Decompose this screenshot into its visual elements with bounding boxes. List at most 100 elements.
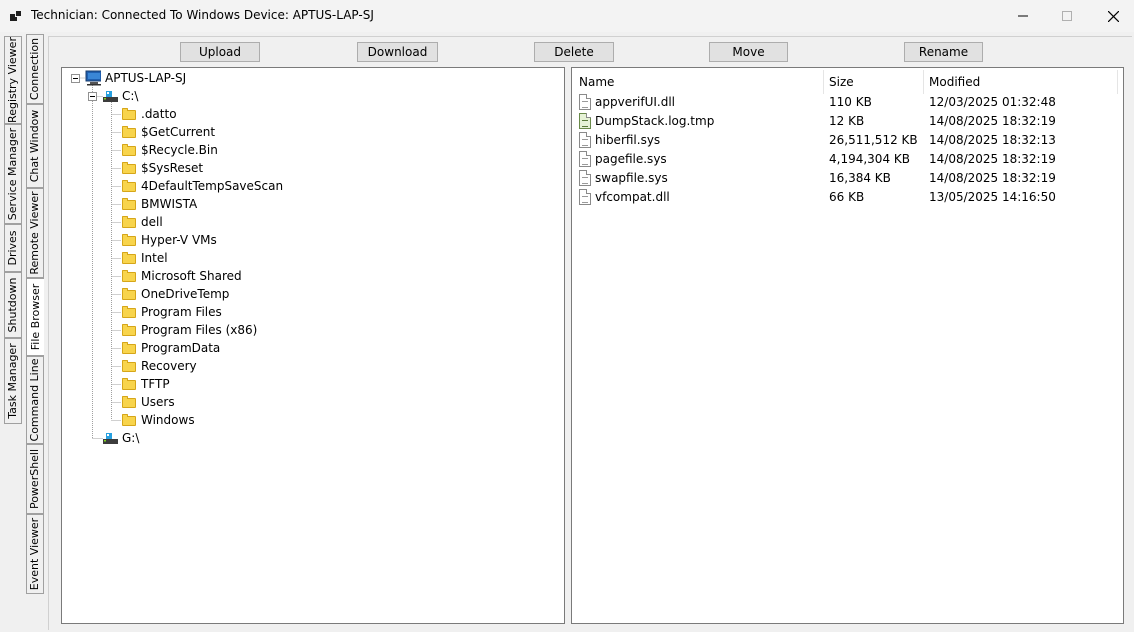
rename-button[interactable]: Rename bbox=[904, 42, 983, 62]
file-modified-cell: 13/05/2025 14:16:50 bbox=[929, 190, 1056, 204]
folder-tree[interactable]: APTUS-LAP-SJ C:\ .datto $GetCurrent $Recyc… bbox=[61, 67, 565, 624]
tree-node-folder[interactable]: Recovery bbox=[121, 357, 197, 375]
tree-node-label: Program Files bbox=[141, 305, 222, 319]
folder-icon bbox=[121, 304, 137, 320]
tree-node-folder[interactable]: $Recycle.Bin bbox=[121, 141, 218, 159]
tree-node-folder[interactable]: 4DefaultTempSaveScan bbox=[121, 177, 283, 195]
tree-node-folder[interactable]: OneDriveTemp bbox=[121, 285, 229, 303]
tab-label: Service Manager bbox=[6, 127, 19, 221]
folder-icon bbox=[121, 232, 137, 248]
file-row[interactable]: appverifUI.dll 110 KB 12/03/2025 01:32:48 bbox=[572, 93, 1123, 112]
tree-node-label: Microsoft Shared bbox=[141, 269, 242, 283]
move-button[interactable]: Move bbox=[709, 42, 788, 62]
title-bar[interactable]: Technician: Connected To Windows Device:… bbox=[0, 0, 1134, 32]
dll-file-icon bbox=[579, 189, 591, 205]
tree-node-root[interactable]: APTUS-LAP-SJ bbox=[85, 69, 186, 87]
folder-icon bbox=[121, 142, 137, 158]
tab-label: Drives bbox=[6, 230, 19, 266]
folder-icon bbox=[121, 394, 137, 410]
tree-node-folder[interactable]: Users bbox=[121, 393, 175, 411]
sys-file-icon bbox=[579, 151, 591, 167]
tree-node-folder[interactable]: Program Files bbox=[121, 303, 222, 321]
delete-button[interactable]: Delete bbox=[534, 42, 614, 62]
tree-node-label: $Recycle.Bin bbox=[141, 143, 218, 157]
tab-label: Task Manager bbox=[6, 343, 19, 419]
tree-node-folder[interactable]: $SysReset bbox=[121, 159, 203, 177]
side-tab-strip: Registry Viewer Service Manager Drives S… bbox=[0, 32, 48, 632]
tree-node-drive-g[interactable]: G:\ bbox=[102, 429, 139, 447]
file-row[interactable]: hiberfil.sys 26,511,512 KB 14/08/2025 18:3… bbox=[572, 131, 1123, 150]
tab-label: Command Line bbox=[28, 358, 41, 442]
close-button[interactable] bbox=[1090, 0, 1134, 32]
folder-icon bbox=[121, 358, 137, 374]
folder-icon bbox=[121, 160, 137, 176]
computer-icon bbox=[85, 70, 101, 86]
tab-label: PowerShell bbox=[28, 448, 41, 510]
tab-registry-viewer[interactable]: Registry Viewer bbox=[4, 36, 22, 124]
sys-file-icon bbox=[579, 170, 591, 186]
tree-node-label: Intel bbox=[141, 251, 168, 265]
tree-node-folder[interactable]: Intel bbox=[121, 249, 168, 267]
tree-node-folder[interactable]: TFTP bbox=[121, 375, 170, 393]
tree-node-label: BMWISTA bbox=[141, 197, 198, 211]
folder-icon bbox=[121, 286, 137, 302]
tree-node-folder[interactable]: ProgramData bbox=[121, 339, 220, 357]
column-header-size[interactable]: Size bbox=[829, 70, 854, 94]
file-list[interactable]: Name Size Modified appverifUI.dll 110 KB 1… bbox=[571, 67, 1124, 624]
column-divider[interactable] bbox=[823, 70, 824, 94]
file-row[interactable]: swapfile.sys 16,384 KB 14/08/2025 18:32:19 bbox=[572, 169, 1123, 188]
file-row[interactable]: vfcompat.dll 66 KB 13/05/2025 14:16:50 bbox=[572, 188, 1123, 207]
tree-node-folder[interactable]: Microsoft Shared bbox=[121, 267, 242, 285]
tab-label: Remote Viewer bbox=[28, 191, 41, 275]
tab-service-manager[interactable]: Service Manager bbox=[4, 124, 22, 224]
file-row[interactable]: pagefile.sys 4,194,304 KB 14/08/2025 18:32… bbox=[572, 150, 1123, 169]
tab-remote-viewer[interactable]: Remote Viewer bbox=[26, 188, 44, 278]
tree-node-folder[interactable]: .datto bbox=[121, 105, 177, 123]
maximize-button[interactable] bbox=[1044, 0, 1090, 32]
tree-node-label: G:\ bbox=[122, 431, 140, 445]
folder-icon bbox=[121, 106, 137, 122]
tree-node-folder[interactable]: $GetCurrent bbox=[121, 123, 215, 141]
tab-powershell[interactable]: PowerShell bbox=[26, 444, 44, 514]
tab-drives[interactable]: Drives bbox=[4, 224, 22, 272]
tree-node-folder[interactable]: BMWISTA bbox=[121, 195, 197, 213]
minimize-button[interactable] bbox=[1000, 0, 1046, 32]
tab-command-line[interactable]: Command Line bbox=[26, 356, 44, 444]
tree-node-folder[interactable]: dell bbox=[121, 213, 163, 231]
file-name-cell: pagefile.sys bbox=[595, 152, 667, 166]
file-size-cell: 66 KB bbox=[829, 190, 865, 204]
collapse-c-drive-toggle[interactable] bbox=[88, 92, 97, 101]
tree-node-label: Windows bbox=[141, 413, 195, 427]
column-divider[interactable] bbox=[1117, 70, 1118, 94]
collapse-root-toggle[interactable] bbox=[71, 74, 80, 83]
download-button[interactable]: Download bbox=[357, 42, 438, 62]
file-name-cell: appverifUI.dll bbox=[595, 95, 675, 109]
column-divider[interactable] bbox=[923, 70, 924, 94]
tree-node-folder[interactable]: Hyper-V VMs bbox=[121, 231, 217, 249]
tab-event-viewer[interactable]: Event Viewer bbox=[26, 514, 44, 594]
window-title: Technician: Connected To Windows Device:… bbox=[31, 8, 374, 22]
folder-icon bbox=[121, 178, 137, 194]
tab-connection[interactable]: Connection bbox=[26, 34, 44, 104]
upload-button[interactable]: Upload bbox=[180, 42, 260, 62]
file-row[interactable]: DumpStack.log.tmp 12 KB 14/08/2025 18:32:1… bbox=[572, 112, 1123, 131]
tab-file-browser[interactable]: File Browser bbox=[26, 278, 44, 356]
file-name-cell: swapfile.sys bbox=[595, 171, 668, 185]
tree-node-label: APTUS-LAP-SJ bbox=[105, 71, 187, 85]
file-modified-cell: 14/08/2025 18:32:19 bbox=[929, 152, 1056, 166]
drive-icon bbox=[103, 91, 118, 102]
tab-shutdown[interactable]: Shutdown bbox=[4, 272, 22, 338]
tab-task-manager[interactable]: Task Manager bbox=[4, 338, 22, 424]
tree-node-label: Hyper-V VMs bbox=[141, 233, 217, 247]
tab-chat-window[interactable]: Chat Window bbox=[26, 104, 44, 188]
tree-node-drive-c[interactable]: C:\ bbox=[102, 87, 138, 105]
tree-node-folder[interactable]: Program Files (x86) bbox=[121, 321, 257, 339]
column-header-name[interactable]: Name bbox=[579, 70, 614, 94]
tree-node-label: .datto bbox=[141, 107, 177, 121]
tab-label: Registry Viewer bbox=[6, 37, 19, 123]
dll-file-icon bbox=[579, 94, 591, 110]
file-name-cell: DumpStack.log.tmp bbox=[595, 114, 715, 128]
column-header-modified[interactable]: Modified bbox=[929, 70, 980, 94]
tree-node-folder[interactable]: Windows bbox=[121, 411, 195, 429]
folder-icon bbox=[121, 196, 137, 212]
